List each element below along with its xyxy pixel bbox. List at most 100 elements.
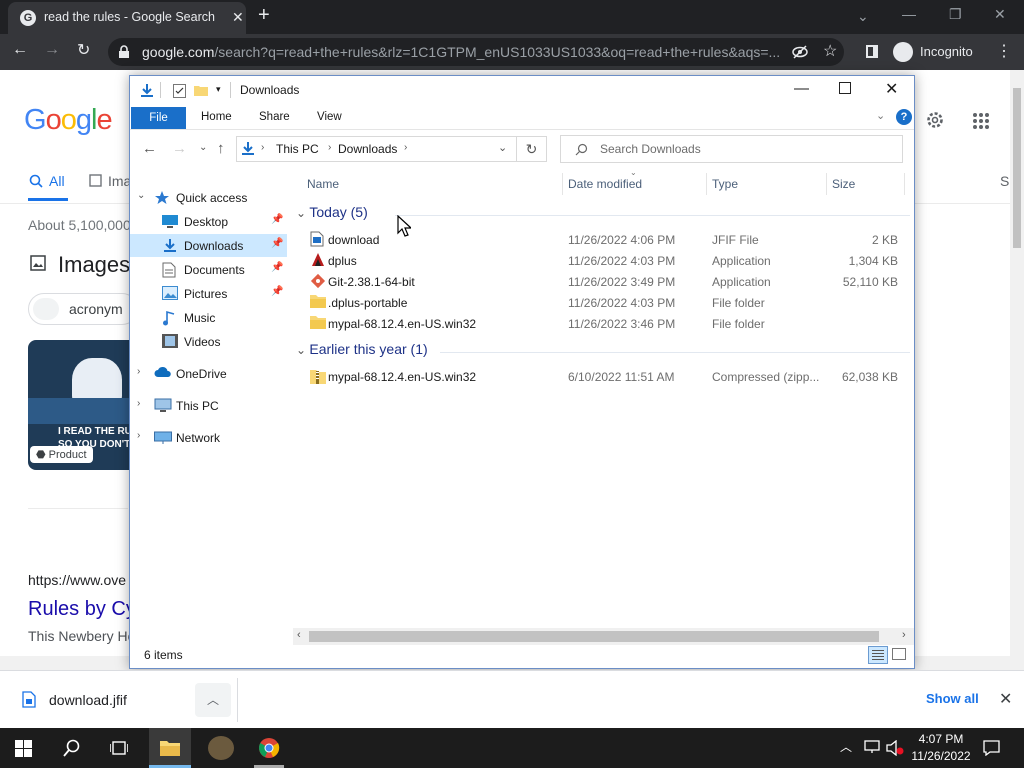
- download-options-chevron-icon[interactable]: ︿: [195, 683, 231, 717]
- new-tab-button[interactable]: +: [258, 4, 270, 27]
- restore-browser-button[interactable]: ❐: [949, 6, 962, 23]
- page-scrollbar-thumb[interactable]: [1013, 88, 1021, 248]
- ribbon-tab-share[interactable]: Share: [259, 111, 290, 123]
- download-filename[interactable]: download.jfif: [49, 692, 127, 708]
- tab-all[interactable]: All: [49, 173, 65, 189]
- network-icon[interactable]: [864, 740, 880, 754]
- expand-chevron-icon[interactable]: ⌄: [137, 190, 145, 201]
- bookmark-star-icon[interactable]: ☆: [823, 41, 837, 61]
- column-divider[interactable]: [562, 173, 563, 195]
- expand-chevron-icon[interactable]: ›: [137, 398, 140, 409]
- group-header[interactable]: ⌄ Earlier this year (1): [296, 341, 428, 357]
- task-view-icon[interactable]: [110, 740, 128, 756]
- page-scrollbar[interactable]: [1010, 70, 1024, 670]
- large-icons-view-icon[interactable]: [892, 648, 906, 660]
- column-header-date[interactable]: Date modified: [568, 177, 642, 191]
- taskbar-chrome[interactable]: [248, 728, 290, 768]
- refresh-button[interactable]: ↻: [517, 136, 547, 162]
- tray-chevron-icon[interactable]: ︿: [840, 738, 852, 755]
- customize-qat-icon[interactable]: ▾: [216, 84, 221, 95]
- address-dropdown-icon[interactable]: ⌄: [498, 141, 507, 154]
- close-download-bar-icon[interactable]: ✕: [999, 689, 1012, 709]
- minimize-button[interactable]: —: [794, 80, 809, 97]
- file-row[interactable]: Git-2.38.1-64-bit 11/26/2022 3:49 PM Appli…: [294, 271, 914, 292]
- details-view-icon[interactable]: [868, 646, 888, 664]
- nav-item-pictures[interactable]: Pictures 📌: [130, 282, 287, 305]
- close-button[interactable]: ✕: [885, 79, 898, 99]
- nav-item-network[interactable]: › Network: [130, 426, 287, 449]
- incognito-label[interactable]: Incognito: [920, 44, 973, 59]
- forward-arrow-icon[interactable]: →: [172, 140, 187, 157]
- maximize-button[interactable]: [839, 82, 851, 94]
- tab-tools-partial[interactable]: S: [1000, 173, 1009, 189]
- raccoon-app-icon[interactable]: [208, 736, 234, 760]
- help-icon[interactable]: ?: [896, 109, 912, 125]
- pin-icon[interactable]: 📌: [271, 286, 283, 297]
- nav-item-onedrive[interactable]: › OneDrive: [130, 362, 287, 385]
- close-tab-icon[interactable]: ✕: [232, 9, 244, 26]
- breadcrumb-bar[interactable]: › This PC › Downloads › ⌄: [236, 136, 517, 162]
- properties-icon[interactable]: [173, 84, 186, 98]
- column-divider[interactable]: [706, 173, 707, 195]
- breadcrumb-downloads[interactable]: Downloads: [338, 142, 397, 156]
- ribbon-tab-file[interactable]: File: [131, 107, 186, 129]
- back-arrow-icon[interactable]: ←: [12, 41, 28, 59]
- tab-search-chevron-icon[interactable]: ⌄: [857, 8, 869, 25]
- nav-item-this-pc[interactable]: › This PC: [130, 394, 287, 417]
- side-panel-icon[interactable]: [866, 45, 878, 58]
- file-row[interactable]: mypal-68.12.4.en-US.win32 11/26/2022 3:46…: [294, 313, 914, 334]
- pin-icon[interactable]: 📌: [271, 214, 283, 225]
- column-header-size[interactable]: Size: [832, 177, 855, 191]
- file-row[interactable]: mypal-68.12.4.en-US.win32 6/10/2022 11:51…: [294, 366, 914, 387]
- search-icon[interactable]: [63, 739, 81, 757]
- taskbar-clock[interactable]: 4:07 PM 11/26/2022: [910, 731, 972, 765]
- windows-start-icon[interactable]: [15, 740, 32, 757]
- nav-item-downloads[interactable]: Downloads 📌: [130, 234, 287, 257]
- collapse-chevron-icon[interactable]: ⌄: [296, 343, 309, 357]
- minimize-browser-button[interactable]: —: [902, 6, 916, 22]
- menu-kebab-icon[interactable]: ⋮: [996, 41, 1012, 61]
- group-header[interactable]: ⌄ Today (5): [296, 204, 368, 220]
- back-arrow-icon[interactable]: ←: [142, 140, 157, 157]
- images-heading[interactable]: Images: [58, 252, 130, 278]
- volume-muted-icon[interactable]: [886, 740, 904, 756]
- pin-icon[interactable]: 📌: [271, 262, 283, 273]
- google-logo[interactable]: Google: [24, 104, 113, 137]
- nav-item-quick-access[interactable]: ⌄ Quick access: [130, 186, 287, 209]
- file-row[interactable]: dplus 11/26/2022 4:03 PM Application 1,304 …: [294, 250, 914, 271]
- result-link[interactable]: Rules by Cy: [28, 598, 136, 621]
- recent-locations-chevron-icon[interactable]: ⌄: [199, 142, 207, 153]
- nav-item-music[interactable]: Music: [130, 306, 287, 329]
- ribbon-tab-view[interactable]: View: [317, 111, 342, 123]
- scroll-right-arrow-icon[interactable]: ›: [902, 629, 906, 641]
- forward-arrow-icon[interactable]: →: [44, 41, 60, 59]
- notifications-icon[interactable]: [983, 740, 1000, 756]
- file-row[interactable]: download 11/26/2022 4:06 PM JFIF File 2 KB: [294, 229, 914, 250]
- close-browser-button[interactable]: ✕: [994, 6, 1006, 23]
- settings-gear-icon[interactable]: [925, 110, 945, 130]
- nav-item-videos[interactable]: Videos: [130, 330, 287, 353]
- file-row[interactable]: .dplus-portable 11/26/2022 4:03 PM File fo…: [294, 292, 914, 313]
- file-list-horizontal-scrollbar[interactable]: ‹ ›: [293, 628, 914, 645]
- column-divider[interactable]: [904, 173, 905, 195]
- scroll-left-arrow-icon[interactable]: ‹: [297, 629, 301, 641]
- scrollbar-thumb[interactable]: [309, 631, 879, 642]
- ribbon-tab-home[interactable]: Home: [201, 111, 232, 123]
- taskbar-file-explorer[interactable]: [149, 728, 191, 768]
- column-divider[interactable]: [826, 173, 827, 195]
- up-arrow-icon[interactable]: ↑: [217, 140, 225, 157]
- browser-tab[interactable]: G read the rules - Google Search ✕: [8, 2, 246, 34]
- expand-ribbon-chevron-icon[interactable]: ⌄: [876, 109, 885, 122]
- nav-item-desktop[interactable]: Desktop 📌: [130, 210, 287, 233]
- apps-grid-icon[interactable]: [972, 112, 990, 130]
- column-header-type[interactable]: Type: [712, 177, 738, 191]
- column-header-name[interactable]: Name: [307, 177, 339, 191]
- new-folder-icon[interactable]: [194, 84, 208, 96]
- reload-icon[interactable]: ↻: [77, 40, 90, 60]
- show-all-button[interactable]: Show all: [926, 691, 979, 706]
- nav-item-documents[interactable]: Documents 📌: [130, 258, 287, 281]
- pin-icon[interactable]: 📌: [271, 238, 283, 249]
- chip-acronym[interactable]: acronym: [28, 293, 138, 325]
- collapse-chevron-icon[interactable]: ⌄: [296, 206, 309, 220]
- expand-chevron-icon[interactable]: ›: [137, 430, 140, 441]
